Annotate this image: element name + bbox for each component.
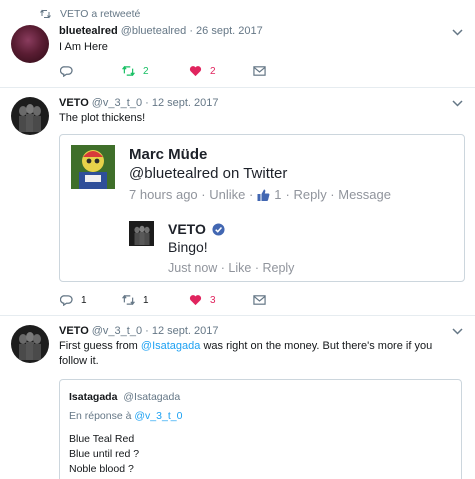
- envelope-icon: [253, 66, 266, 76]
- reply-meta: Just now · Like · Reply: [168, 261, 295, 275]
- tweet[interactable]: VETO a retweeté bluetealred @bluetealred…: [0, 0, 475, 88]
- quoted-author-name: Isatagada: [69, 391, 118, 403]
- reply-count: 1: [81, 294, 87, 306]
- tweet-text: I Am Here: [59, 41, 108, 53]
- author-name[interactable]: bluetealred: [59, 25, 118, 37]
- quoted-text-line: Noble blood ?: [69, 463, 134, 475]
- chevron-down-icon[interactable]: [452, 100, 463, 107]
- reply-to-mention[interactable]: @v_3_t_0: [134, 410, 182, 422]
- quoted-tweet-header: Isatagada @Isatagada: [69, 391, 180, 403]
- tweet-text: The plot thickens!: [59, 112, 146, 124]
- avatar-image: [19, 332, 41, 360]
- message-button[interactable]: [253, 65, 266, 77]
- retweet-icon: [40, 9, 51, 19]
- commenter-comment: @bluetealred on Twitter: [129, 165, 288, 182]
- comment-time: 7 hours ago · Unlike ·: [129, 187, 254, 202]
- reply-button[interactable]: 1: [60, 294, 87, 306]
- comment-actions: · Reply · Message: [285, 187, 391, 202]
- retweet-button[interactable]: 2: [122, 65, 149, 77]
- commenter-avatar: [71, 145, 115, 189]
- reply-author: VETO: [168, 221, 225, 237]
- quoted-reply-context: En réponse à @v_3_t_0: [69, 410, 182, 422]
- author-meta[interactable]: @bluetealred · 26 sept. 2017: [121, 25, 263, 37]
- retweet-icon: [122, 294, 135, 306]
- avatar-image: [71, 145, 115, 189]
- heart-icon: [189, 295, 202, 306]
- quoted-text-line: Blue Teal Red: [69, 433, 135, 445]
- tweet-text: First guess from @Isatagada was right on…: [59, 339, 459, 369]
- envelope-icon: [253, 295, 266, 305]
- reply-text: Bingo!: [168, 239, 208, 255]
- retweet-button[interactable]: 1: [122, 294, 149, 306]
- reply-icon: [60, 295, 73, 306]
- like-button[interactable]: 3: [189, 294, 216, 306]
- like-count: 3: [210, 294, 216, 306]
- tweet[interactable]: VETO @v_3_t_0 · 12 sept. 2017 First gues…: [0, 316, 475, 479]
- avatar-image: [19, 104, 41, 132]
- reply-icon: [60, 66, 73, 77]
- author-name[interactable]: VETO: [59, 325, 89, 337]
- avatar[interactable]: [11, 325, 49, 363]
- like-count: 2: [210, 65, 216, 77]
- comment-like-count: 1: [274, 187, 282, 202]
- quoted-text-line: Blue until red ?: [69, 448, 140, 460]
- quoted-author-handle: @Isatagada: [123, 391, 181, 403]
- retweet-count: 2: [143, 65, 149, 77]
- author-meta[interactable]: @v_3_t_0 · 12 sept. 2017: [92, 97, 219, 109]
- reply-prefix: En réponse à: [69, 410, 135, 422]
- avatar[interactable]: [11, 97, 49, 135]
- avatar[interactable]: [11, 25, 49, 63]
- comment-meta: 7 hours ago · Unlike · 1 · Reply · Messa…: [129, 187, 391, 202]
- author-meta[interactable]: @v_3_t_0 · 12 sept. 2017: [92, 325, 219, 337]
- reply-author-name: VETO: [168, 221, 206, 237]
- retweet-icon: [122, 65, 135, 77]
- tweet-actions: 2 2: [59, 65, 279, 79]
- retweet-count: 1: [143, 294, 149, 306]
- mention-link[interactable]: @Isatagada: [141, 340, 201, 352]
- chevron-down-icon[interactable]: [452, 29, 463, 36]
- tweet-header: VETO @v_3_t_0 · 12 sept. 2017: [59, 325, 219, 337]
- author-name[interactable]: VETO: [59, 97, 89, 109]
- tweet[interactable]: VETO @v_3_t_0 · 12 sept. 2017 The plot t…: [0, 88, 475, 316]
- tweet-header: bluetealred @bluetealred · 26 sept. 2017: [59, 25, 263, 37]
- commenter-name: Marc Müde: [129, 146, 208, 163]
- avatar-image: [134, 225, 150, 245]
- quoted-tweet[interactable]: Isatagada @Isatagada En réponse à @v_3_t…: [59, 379, 462, 479]
- retweet-context-label: VETO a retweeté: [60, 8, 141, 20]
- thumbs-up-icon: [257, 189, 270, 201]
- like-button[interactable]: 2: [189, 65, 216, 77]
- tweet-text-start: First guess from: [59, 340, 141, 352]
- heart-icon: [189, 66, 202, 77]
- reply-button[interactable]: [60, 65, 73, 77]
- reply-avatar: [129, 221, 154, 246]
- message-button[interactable]: [253, 294, 266, 306]
- retweet-context: VETO a retweeté: [40, 8, 140, 20]
- tweet-header: VETO @v_3_t_0 · 12 sept. 2017: [59, 97, 219, 109]
- tweet-actions: 1 1 3: [59, 294, 279, 308]
- chevron-down-icon[interactable]: [452, 328, 463, 335]
- embedded-image[interactable]: Marc Müde @bluetealred on Twitter 7 hour…: [59, 134, 465, 282]
- verified-badge-icon: [212, 222, 225, 236]
